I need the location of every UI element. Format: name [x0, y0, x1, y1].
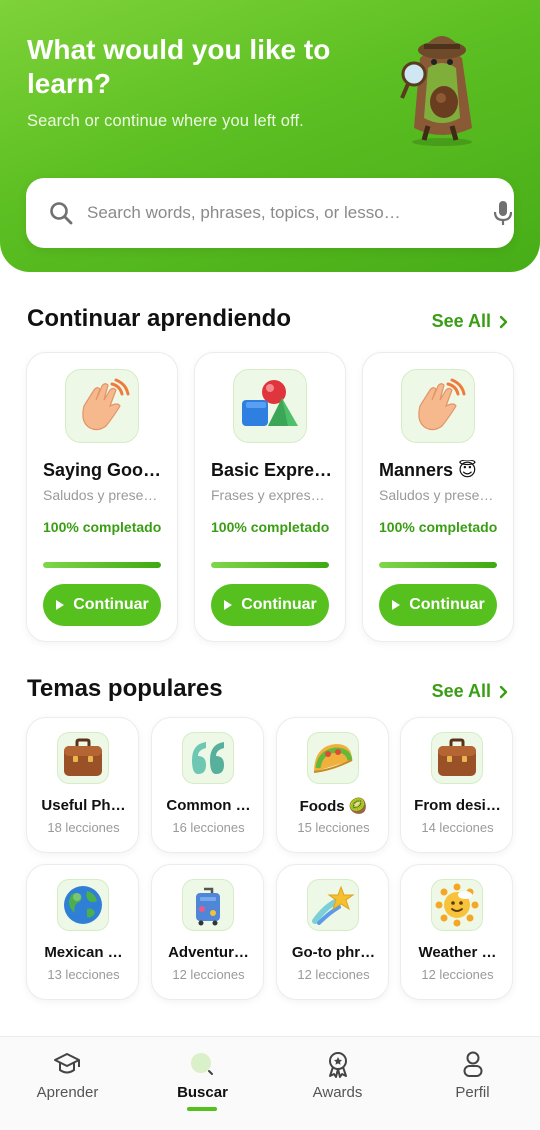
topic-lesson-count: 16 lecciones [172, 820, 245, 835]
topic-card[interactable]: Weather … 12 lecciones [400, 864, 513, 1000]
topic-lesson-count: 12 lecciones [172, 967, 245, 982]
popular-section-title: Temas populares [27, 675, 223, 702]
continue-button[interactable]: Continuar [211, 584, 329, 626]
continue-section-title: Continuar aprendiendo [27, 305, 291, 332]
luggage-icon [182, 879, 234, 931]
graduation-cap-icon [54, 1053, 80, 1074]
play-icon [56, 600, 65, 610]
person-icon [463, 1051, 483, 1077]
search-icon [50, 202, 73, 225]
topic-title: Go-to phr… [291, 944, 376, 961]
topic-title: From desi… [414, 797, 501, 814]
progress-bar [379, 562, 497, 568]
bottom-navigation: Aprender Buscar Awards Perfil [0, 1036, 540, 1130]
continue-card[interactable]: Manners 😇 Saludos y prese… 100% completa… [362, 352, 514, 642]
lesson-title: Basic Expre… [211, 460, 333, 480]
nav-item-perfil[interactable]: Perfil [405, 1037, 540, 1130]
topic-lesson-count: 15 lecciones [297, 820, 370, 835]
lesson-subtitle: Frases y expres… [211, 487, 325, 503]
briefcase-icon [57, 732, 109, 784]
topic-title: Useful Ph… [41, 797, 126, 814]
topic-title: Weather … [418, 944, 497, 961]
waving-hand-icon [65, 369, 139, 443]
nav-item-aprender[interactable]: Aprender [0, 1037, 135, 1130]
progress-bar-fill [43, 562, 161, 568]
sun-icon [431, 879, 483, 931]
topic-lesson-count: 12 lecciones [297, 967, 370, 982]
topic-title: Adventur… [168, 944, 249, 961]
taco-icon [307, 732, 359, 784]
shapes-icon [233, 369, 307, 443]
nav-label: Buscar [177, 1084, 228, 1101]
award-icon [329, 1052, 347, 1078]
briefcase-icon [431, 732, 483, 784]
progress-label: 100% completado [379, 519, 498, 535]
topic-lesson-count: 12 lecciones [421, 967, 494, 982]
topic-card[interactable]: Foods 🥝 15 lecciones [276, 717, 389, 853]
topic-lesson-count: 13 lecciones [47, 967, 120, 982]
topic-title: Mexican … [44, 944, 123, 961]
see-all-label: See All [431, 681, 491, 701]
search-bar[interactable] [26, 178, 514, 248]
microphone-icon[interactable] [490, 199, 516, 227]
play-icon [224, 600, 233, 610]
continue-see-all-link[interactable]: See All [432, 311, 508, 332]
progress-bar-fill [379, 562, 497, 568]
topic-card[interactable]: Go-to phr… 12 lecciones [276, 864, 389, 1000]
progress-bar [43, 562, 161, 568]
globe-icon [57, 879, 109, 931]
continue-button[interactable]: Continuar [43, 584, 161, 626]
progress-label: 100% completado [43, 519, 162, 535]
progress-label: 100% completado [211, 519, 330, 535]
continue-button-label: Continuar [73, 596, 149, 613]
topic-card[interactable]: From desi… 14 lecciones [400, 717, 513, 853]
page-subtitle: Search or continue where you left off. [27, 112, 304, 130]
topic-lesson-count: 18 lecciones [47, 820, 120, 835]
search-input[interactable] [87, 196, 447, 230]
progress-bar-fill [211, 562, 329, 568]
continue-button-label: Continuar [409, 596, 485, 613]
search-icon [191, 1053, 213, 1075]
continue-card[interactable]: Saying Goo… Saludos y prese… 100% comple… [26, 352, 178, 642]
quote-icon [182, 732, 234, 784]
waving-hand-icon [401, 369, 475, 443]
topic-card[interactable]: Adventur… 12 lecciones [151, 864, 264, 1000]
topic-title: Common … [166, 797, 251, 814]
chevron-right-icon [499, 315, 508, 328]
continue-card[interactable]: Basic Expre… Frases y expres… 100% compl… [194, 352, 346, 642]
nav-label: Perfil [455, 1084, 490, 1101]
continue-button[interactable]: Continuar [379, 584, 497, 626]
shooting-star-icon [307, 879, 359, 931]
nav-item-buscar[interactable]: Buscar [135, 1037, 270, 1130]
see-all-label: See All [431, 311, 491, 331]
lesson-subtitle: Saludos y prese… [379, 487, 494, 503]
nav-label: Aprender [36, 1084, 99, 1101]
topic-lesson-count: 14 lecciones [421, 820, 494, 835]
avocado-detective-mascot [400, 36, 472, 146]
topic-title: Foods 🥝 [299, 798, 368, 815]
topic-card[interactable]: Useful Ph… 18 lecciones [26, 717, 139, 853]
popular-see-all-link[interactable]: See All [432, 681, 508, 702]
lesson-title: Manners 😇 [379, 460, 477, 480]
topic-card[interactable]: Common … 16 lecciones [151, 717, 264, 853]
nav-item-awards[interactable]: Awards [270, 1037, 405, 1130]
continue-button-label: Continuar [241, 596, 317, 613]
play-icon [392, 600, 401, 610]
topic-card[interactable]: Mexican … 13 lecciones [26, 864, 139, 1000]
lesson-title: Saying Goo… [43, 460, 162, 480]
progress-bar [211, 562, 329, 568]
chevron-right-icon [499, 685, 508, 698]
lesson-subtitle: Saludos y prese… [43, 487, 158, 503]
page-title: What would you like to learn? [27, 34, 331, 99]
active-tab-indicator [187, 1107, 217, 1111]
nav-label: Awards [312, 1084, 363, 1101]
